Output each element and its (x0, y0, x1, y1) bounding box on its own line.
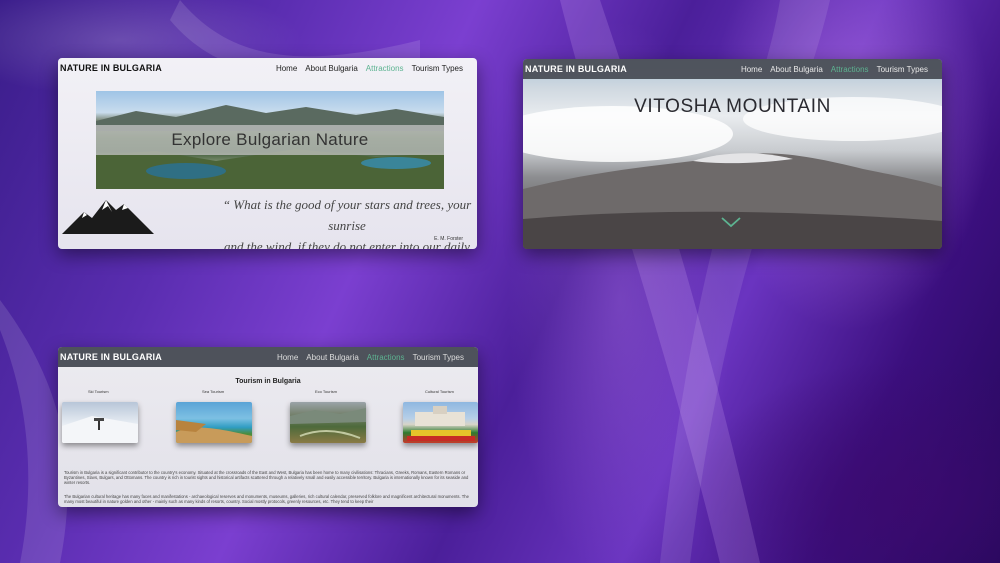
lake-right (361, 157, 431, 169)
banner-image: Explore Bulgarian Nature (96, 91, 444, 189)
card-label-cultural: Cultural Tourism (425, 389, 454, 394)
nav-about-bulgaria[interactable]: About Bulgaria (770, 65, 822, 74)
nav-menu: Home About Bulgaria Attractions Tourism … (277, 353, 464, 362)
window-tourism-types[interactable]: NATURE IN BULGARIA Home About Bulgaria A… (58, 347, 478, 507)
nav-tourism-types[interactable]: Tourism Types (412, 64, 463, 73)
lake-left (146, 163, 226, 179)
nav-menu: Home About Bulgaria Attractions Tourism … (741, 65, 928, 74)
tourism-paragraph-2: The Bulgarian cultural heritage has many… (64, 494, 469, 505)
mountain-peaks-icon (62, 200, 154, 234)
nav-home[interactable]: Home (277, 353, 298, 362)
hero-title: VITOSHA MOUNTAIN (634, 96, 831, 117)
nav-about-bulgaria[interactable]: About Bulgaria (305, 64, 357, 73)
ski-image (62, 416, 138, 443)
navbar: NATURE IN BULGARIA Home About Bulgaria A… (58, 58, 477, 78)
card-cultural-tourism[interactable] (403, 402, 478, 443)
nav-about-bulgaria[interactable]: About Bulgaria (306, 353, 358, 362)
card-label-sea: Sea Tourism (202, 389, 225, 394)
brand-logo[interactable]: NATURE IN BULGARIA (525, 64, 627, 74)
sea-image (176, 420, 252, 443)
navbar: NATURE IN BULGARIA Home About Bulgaria A… (523, 59, 942, 79)
nav-attractions[interactable]: Attractions (367, 353, 405, 362)
card-label-ski: Ski Tourism (88, 389, 109, 394)
nav-tourism-types[interactable]: Tourism Types (413, 353, 464, 362)
card-eco-tourism[interactable] (290, 402, 366, 443)
quote-author: E. M. Forster (434, 236, 463, 242)
section-title: Tourism in Bulgaria (235, 378, 301, 385)
nav-home[interactable]: Home (741, 65, 762, 74)
nav-attractions[interactable]: Attractions (831, 65, 869, 74)
nav-home[interactable]: Home (276, 64, 297, 73)
tourism-paragraph-1: Tourism in Bulgaria is a significant con… (64, 470, 469, 486)
card-ski-tourism[interactable] (62, 402, 138, 443)
quote-line-1: “ What is the good of your stars and tre… (222, 197, 472, 233)
card-sea-tourism[interactable] (176, 402, 252, 443)
brand-logo[interactable]: NATURE IN BULGARIA (60, 352, 162, 362)
navbar: NATURE IN BULGARIA Home About Bulgaria A… (58, 347, 478, 367)
cultural-image (407, 406, 475, 441)
window-explore-nature[interactable]: NATURE IN BULGARIA Home About Bulgaria A… (58, 58, 477, 249)
nav-tourism-types[interactable]: Tourism Types (877, 65, 928, 74)
window-vitosha[interactable]: NATURE IN BULGARIA Home About Bulgaria A… (523, 59, 942, 249)
nav-attractions[interactable]: Attractions (366, 64, 404, 73)
nav-menu: Home About Bulgaria Attractions Tourism … (276, 64, 463, 73)
eco-image (290, 408, 366, 439)
banner-title: Explore Bulgarian Nature (171, 130, 369, 149)
banner-title-band: Explore Bulgarian Nature (96, 125, 444, 155)
chevron-down-icon[interactable] (720, 215, 742, 229)
card-label-eco: Eco Tourism (315, 389, 337, 394)
brand-logo[interactable]: NATURE IN BULGARIA (60, 63, 162, 73)
